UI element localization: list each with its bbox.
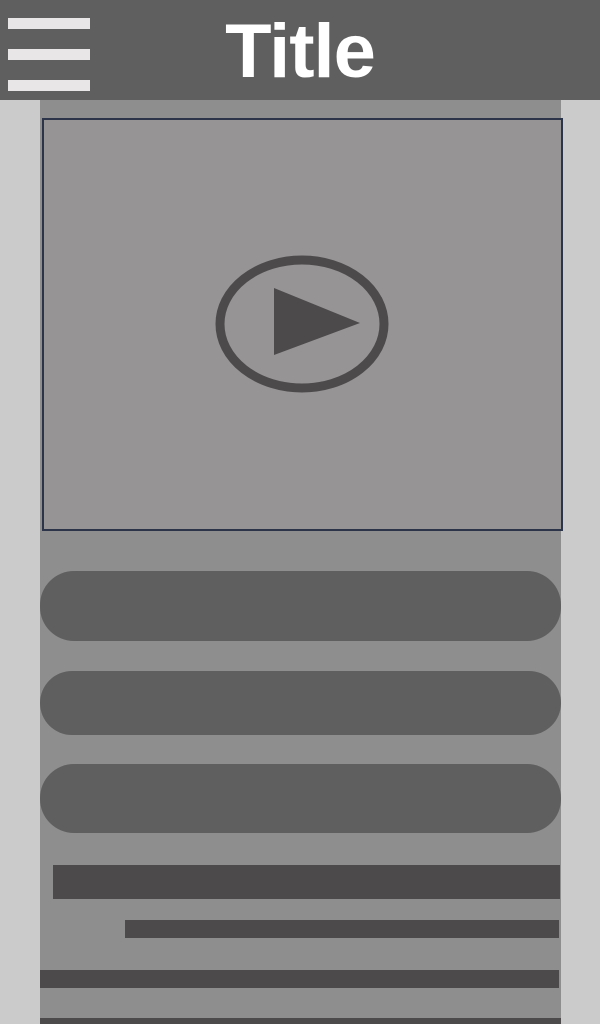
play-icon-triangle <box>274 288 360 355</box>
pill-button-3[interactable] <box>40 764 561 833</box>
pill-button-1[interactable] <box>40 571 561 641</box>
text-placeholder-line <box>40 970 559 988</box>
app-header: Title <box>0 0 600 100</box>
main-content <box>40 100 563 1024</box>
pill-button-2[interactable] <box>40 671 561 735</box>
video-player[interactable] <box>42 118 563 531</box>
page-title: Title <box>225 9 376 94</box>
text-placeholder-line <box>40 1018 561 1024</box>
text-placeholder-heading <box>53 865 560 899</box>
play-icon[interactable] <box>215 255 389 393</box>
text-placeholder-line <box>125 920 559 938</box>
